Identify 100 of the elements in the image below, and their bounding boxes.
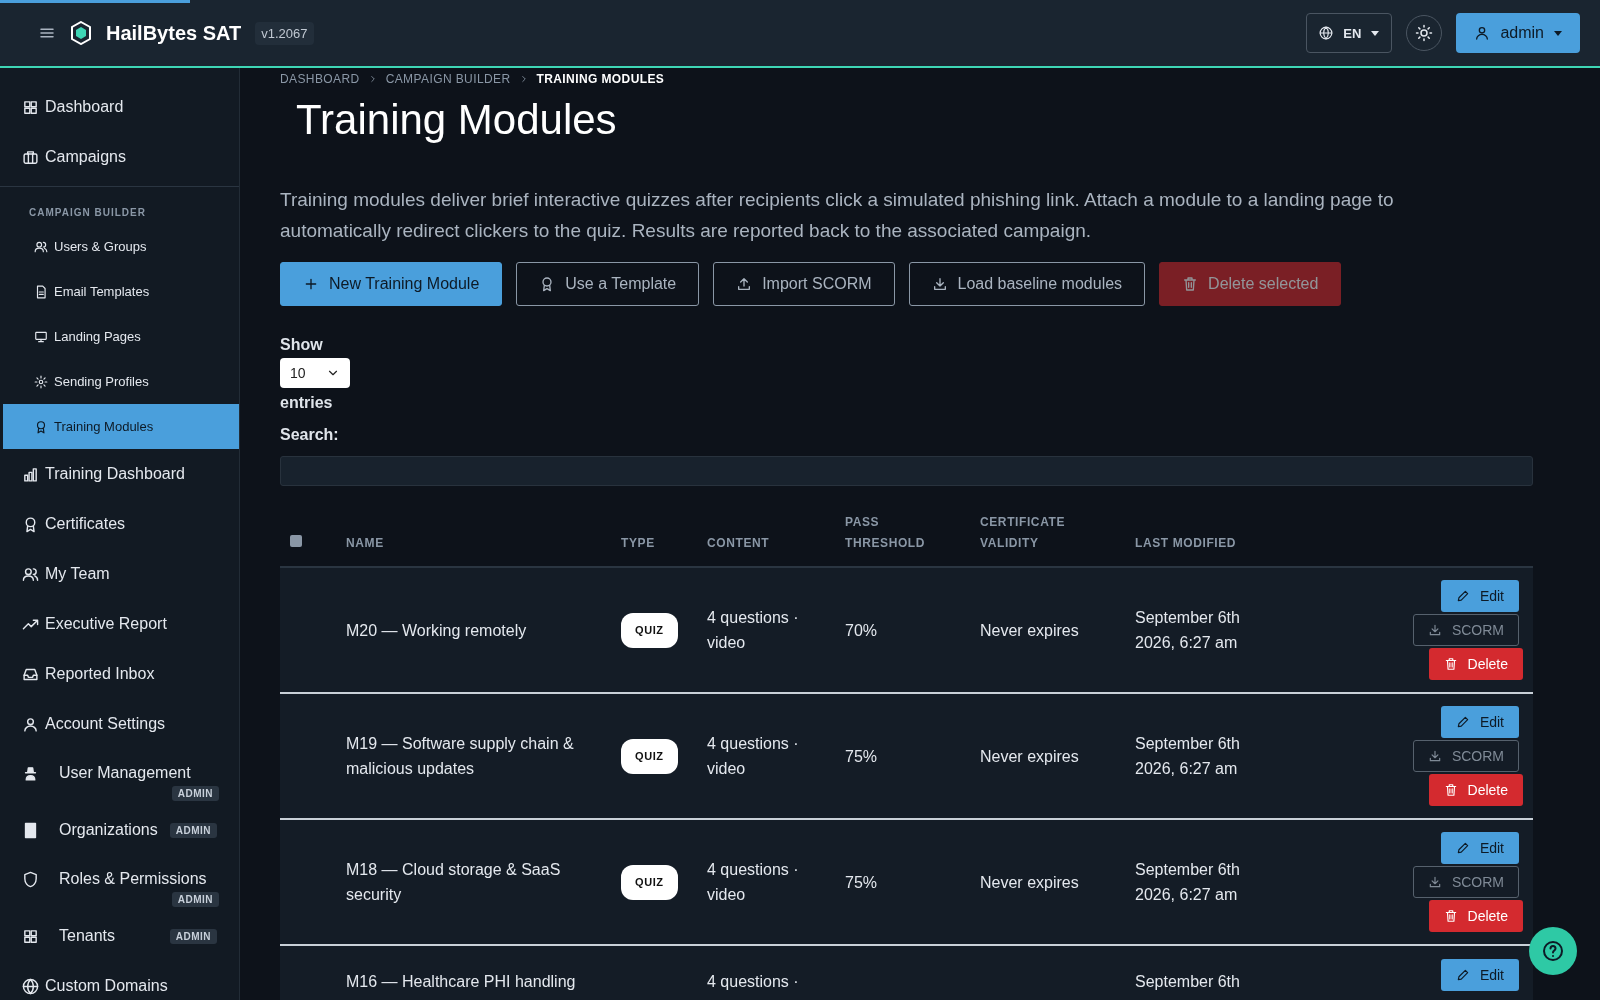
award-icon [34,419,48,434]
action-button[interactable]: Load baseline modules [908,262,1146,306]
threshold-cell: 75% [845,747,878,765]
sidebar-item[interactable]: Sending Profiles [0,359,239,404]
action-button[interactable]: Import SCORM [713,262,895,306]
entries-select[interactable]: 10 [280,358,350,388]
plus-icon [303,276,319,292]
content-cell-text: 4 questions · [707,973,800,991]
delete-button[interactable]: Delete [1428,774,1523,806]
pencil-icon [1455,589,1470,603]
admin-badge: ADMIN [169,822,217,838]
sidebar-item[interactable]: Users & Groups [0,224,239,269]
bar-chart-icon [22,465,39,483]
app-title: HailBytes SAT [106,21,242,45]
globe-icon [22,977,39,995]
sidebar-item[interactable]: Roles & Permissions ADMIN [0,855,239,911]
delete-button[interactable]: Delete [1428,648,1523,680]
column-header: CONTENT [707,536,770,550]
module-name: M20 — Working remotely [346,621,527,639]
content-cell: 4 questions · video [707,861,799,903]
trash-icon [1182,276,1199,292]
breadcrumb-item: TRAINING MODULES [536,72,665,86]
validity-cell: Never expires [980,873,1079,891]
help-button[interactable] [1529,927,1577,975]
person-icon [22,715,39,733]
sidebar-item[interactable]: Landing Pages [0,314,239,359]
column-header: TYPE [621,536,655,550]
threshold-cell: 75% [845,873,878,891]
sidebar-item[interactable]: Training Dashboard [0,449,239,499]
pencil-icon [1455,968,1470,982]
edit-button[interactable]: Edit [1440,959,1519,991]
briefcase-icon [22,148,39,166]
date-cell-text: September 6th [1135,973,1241,991]
column-header: NAME [346,536,384,550]
upload-icon [736,276,753,292]
sidebar-item[interactable]: Account Settings [0,699,239,749]
show-label: Show [280,336,324,354]
admin-badge: ADMIN [171,892,219,907]
action-button[interactable]: New Training Module [280,262,503,306]
scorm-button[interactable]: SCORM [1412,614,1519,646]
content-cell: 4 questions · video [707,609,799,651]
pencil-icon [1455,715,1470,729]
admin-badge: ADMIN [171,786,219,801]
sidebar-section-title: CAMPAIGN BUILDER [0,186,239,224]
sidebar-item[interactable]: My Team [0,549,239,599]
trash-icon [1443,783,1458,797]
pencil-icon [1455,841,1470,855]
caret-icon [1554,30,1562,36]
date-cell: September 6th 2026, 6:27 am [1135,861,1240,903]
sidebar-item[interactable]: Tenants ADMIN [0,911,239,961]
language-selector[interactable]: EN [1306,13,1393,53]
help-icon [1541,939,1565,963]
search-field[interactable] [280,456,1533,486]
scorm-button[interactable]: SCORM [1412,740,1519,772]
column-header: CERTIFICATE VALIDITY [980,515,1066,550]
download-icon [1427,875,1442,889]
sidebar-item[interactable]: Executive Report [0,599,239,649]
sidebar-item[interactable]: Custom Domains [0,961,239,1000]
shield-icon [22,870,39,888]
sidebar-item[interactable]: Reported Inbox [0,649,239,699]
download-icon [1427,749,1442,763]
sidebar-item[interactable]: Dashboard [0,82,239,132]
threshold-cell: 70% [845,621,878,639]
sidebar-item[interactable]: Certificates [0,499,239,549]
sidebar-item[interactable]: Campaigns [0,132,239,182]
user-menu-button[interactable]: admin [1456,13,1580,53]
hexagon-logo-icon [70,21,92,45]
type-badge: QUIZ [621,738,678,774]
edit-button[interactable]: Edit [1440,580,1519,612]
validity-cell: Never expires [980,747,1079,765]
type-badge: QUIZ [621,612,678,648]
sidebar-item[interactable]: Email Templates [0,269,239,314]
users-icon [22,565,39,583]
entries-label: entries [280,394,334,412]
content-cell: 4 questions · video [707,735,799,777]
action-button[interactable]: Use a Template [516,262,700,306]
admin-badge: ADMIN [169,928,217,944]
delete-button[interactable]: Delete [1428,900,1523,932]
trash-icon [1443,909,1458,923]
scorm-button[interactable]: SCORM [1412,866,1519,898]
person-icon [1474,25,1491,41]
sidebar-item[interactable]: Training Modules [3,404,239,449]
users-icon [34,239,48,254]
select-all-checkbox[interactable] [290,535,302,547]
sidebar-item[interactable]: User Management ADMIN [0,749,239,805]
breadcrumb-item[interactable]: CAMPAIGN BUILDER [385,72,511,86]
sun-icon [1415,24,1434,42]
module-name: M18 — Cloud storage & SaaS security [346,861,561,903]
sidebar-item[interactable]: Organizations ADMIN [0,805,239,855]
type-badge: QUIZ [621,864,678,900]
edit-button[interactable]: Edit [1440,706,1519,738]
date-cell: September 6th 2026, 6:27 am [1135,735,1240,777]
download-icon [1427,623,1442,637]
grid-icon [22,98,39,116]
download-icon [931,276,948,292]
edit-button[interactable]: Edit [1440,832,1519,864]
search-label: Search: [280,426,340,444]
validity-cell: Never expires [980,621,1079,639]
document-icon [34,284,48,299]
breadcrumb-item[interactable]: DASHBOARD [280,72,360,86]
